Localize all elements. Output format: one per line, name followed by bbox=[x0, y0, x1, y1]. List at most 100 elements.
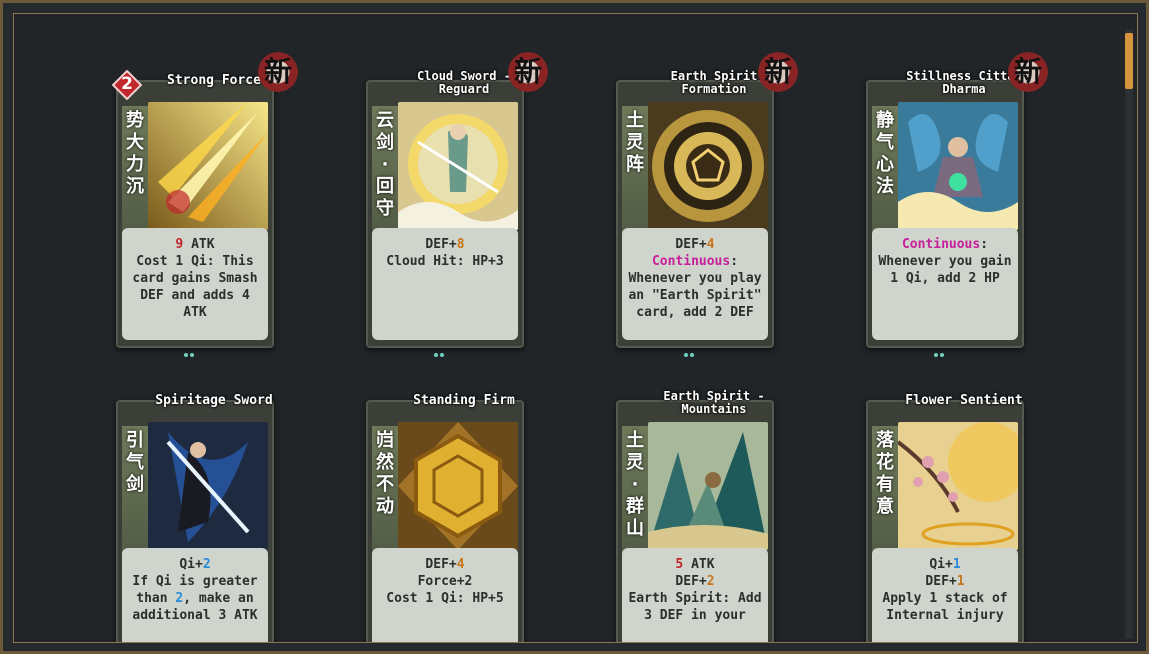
card-art bbox=[148, 422, 268, 550]
description-line: Cost 1 Qi: This bbox=[126, 253, 264, 270]
description-line: DEF+4 bbox=[626, 236, 764, 253]
card[interactable]: 落花有意 Flower Sentient Qi+1 DEF+1 Apply 1 stac… bbox=[866, 394, 1024, 642]
description-line: DEF+4 bbox=[376, 556, 514, 573]
card-description: 5 ATK DEF+2 Earth Spirit: Add 3 DEF in your bbox=[622, 548, 768, 642]
description-segment: DEF+ bbox=[675, 237, 707, 252]
card-chinese-name: 云剑·回守 bbox=[376, 110, 394, 219]
card-description: Continuous: Whenever you gain 1 Qi, add 2 … bbox=[872, 228, 1018, 340]
description-segment: If Qi is greater bbox=[132, 574, 258, 589]
card-description: DEF+8 Cloud Hit: HP+3 bbox=[372, 228, 518, 340]
description-line: Whenever you gain bbox=[876, 253, 1014, 270]
description-line: If Qi is greater bbox=[126, 573, 264, 590]
description-segment: : bbox=[980, 237, 989, 252]
description-segment: DEF+ bbox=[425, 557, 457, 572]
new-badge-icon: 新 bbox=[258, 52, 298, 92]
card[interactable]: 岿然不动 Standing Firm DEF+4 Force+2 Cost 1 Qi: … bbox=[366, 394, 524, 642]
dot-icon bbox=[934, 353, 938, 357]
description-segment: ATK bbox=[183, 237, 215, 252]
card-chinese-name: 土灵·群山 bbox=[626, 430, 644, 539]
description-segment: Cost 1 Qi: This bbox=[136, 254, 254, 269]
description-line: Cloud Hit: HP+3 bbox=[376, 253, 514, 270]
card-title: Spiritage Sword bbox=[155, 393, 273, 408]
dot-icon bbox=[940, 353, 944, 357]
description-line: DEF+8 bbox=[376, 236, 514, 253]
scrollbar[interactable] bbox=[1125, 29, 1133, 639]
description-segment: 2 bbox=[202, 557, 211, 572]
card-dots bbox=[934, 342, 954, 357]
description-segment: Apply 1 stack of bbox=[882, 591, 1008, 606]
description-segment: Continuous bbox=[901, 237, 981, 252]
card-grid: 势大力沉 Strong Force 9 ATK Cost 1 Qi: This card… bbox=[13, 13, 1138, 643]
card-art bbox=[898, 102, 1018, 230]
description-line: Qi+2 bbox=[126, 556, 264, 573]
window-frame: 势大力沉 Strong Force 9 ATK Cost 1 Qi: This card… bbox=[0, 0, 1149, 654]
cost-badge: 2 bbox=[111, 69, 143, 101]
description-segment: 2 bbox=[706, 574, 715, 589]
description-segment: , make an bbox=[183, 591, 254, 606]
card-art bbox=[398, 422, 518, 550]
description-segment: Earth Spirit: Add bbox=[628, 591, 762, 606]
cost-value: 2 bbox=[121, 74, 133, 94]
new-badge-icon: 新 bbox=[1008, 52, 1048, 92]
description-line: 3 DEF in your bbox=[626, 607, 764, 624]
description-line: DEF+1 bbox=[876, 573, 1014, 590]
description-segment: : bbox=[730, 254, 739, 269]
description-line: DEF+2 bbox=[626, 573, 764, 590]
card-chinese-name: 引气剑 bbox=[126, 430, 144, 495]
description-line: ATK bbox=[126, 304, 264, 321]
description-segment: 1 bbox=[952, 557, 961, 572]
card-chinese-name: 土灵阵 bbox=[626, 110, 644, 175]
dot-icon bbox=[684, 353, 688, 357]
description-line: an "Earth Spirit" bbox=[626, 287, 764, 304]
description-segment: Qi+ bbox=[929, 557, 953, 572]
description-line: Earth Spirit: Add bbox=[626, 590, 764, 607]
description-line: Apply 1 stack of bbox=[876, 590, 1014, 607]
description-line: DEF and adds 4 bbox=[126, 287, 264, 304]
description-segment: Continuous bbox=[651, 254, 731, 269]
description-line: Internal injury bbox=[876, 607, 1014, 624]
description-segment: DEF+ bbox=[925, 574, 957, 589]
description-line: 5 ATK bbox=[626, 556, 764, 573]
description-segment: DEF+ bbox=[425, 237, 457, 252]
description-segment: Cost 1 Qi: HP+5 bbox=[386, 591, 504, 606]
dot-icon bbox=[190, 353, 194, 357]
card[interactable]: 势大力沉 Strong Force 9 ATK Cost 1 Qi: This card… bbox=[111, 52, 298, 357]
card-chinese-name: 势大力沉 bbox=[126, 110, 144, 197]
card[interactable]: 土灵阵 Earth Spirit Formation DEF+4 Continuous… bbox=[616, 52, 798, 357]
card-description: Qi+1 DEF+1 Apply 1 stack of Internal injury bbox=[872, 548, 1018, 642]
description-line: 1 Qi, add 2 HP bbox=[876, 270, 1014, 287]
description-segment: an "Earth Spirit" bbox=[628, 288, 762, 303]
card[interactable]: 云剑·回守 Cloud Sword - Reguard DEF+8 Cloud Hit… bbox=[366, 52, 548, 357]
card[interactable]: 静气心法 Stillness Citta- Dharma Continuous: Wh… bbox=[866, 52, 1048, 357]
scrollbar-thumb[interactable] bbox=[1125, 33, 1133, 89]
dot-icon bbox=[184, 353, 188, 357]
description-line: Whenever you play bbox=[626, 270, 764, 287]
description-segment: 1 Qi, add 2 HP bbox=[890, 271, 1000, 286]
description-segment: DEF and adds 4 bbox=[140, 288, 250, 303]
dot-icon bbox=[440, 353, 444, 357]
description-segment: Cloud Hit: HP+3 bbox=[386, 254, 504, 269]
dot-icon bbox=[690, 353, 694, 357]
card[interactable]: 引气剑 Spiritage Sword Qi+2 If Qi is greater th… bbox=[116, 394, 274, 642]
description-segment: 8 bbox=[456, 237, 465, 252]
description-segment: DEF+ bbox=[675, 574, 707, 589]
description-segment: Whenever you play bbox=[628, 271, 762, 286]
description-line: Continuous: bbox=[876, 236, 1014, 253]
card-title: Flower Sentient bbox=[905, 393, 1023, 408]
description-segment: Whenever you gain bbox=[878, 254, 1012, 269]
description-segment: ATK bbox=[683, 557, 715, 572]
new-badge-icon: 新 bbox=[758, 52, 798, 92]
description-segment: 4 bbox=[456, 557, 465, 572]
card-dots bbox=[684, 342, 704, 357]
card[interactable]: 土灵·群山 Earth Spirit - Mountains 5 ATK DEF+2 E… bbox=[616, 390, 774, 642]
description-line: card, add 2 DEF bbox=[626, 304, 764, 321]
description-line: than 2, make an bbox=[126, 590, 264, 607]
card-art bbox=[648, 102, 768, 230]
description-segment: card, add 2 DEF bbox=[636, 305, 754, 320]
card-title: Earth Spirit - Mountains bbox=[663, 389, 765, 416]
description-segment: ATK bbox=[183, 305, 207, 320]
description-line: card gains Smash bbox=[126, 270, 264, 287]
description-segment: Qi+ bbox=[179, 557, 203, 572]
description-line: Cost 1 Qi: HP+5 bbox=[376, 590, 514, 607]
card-art bbox=[648, 422, 768, 550]
